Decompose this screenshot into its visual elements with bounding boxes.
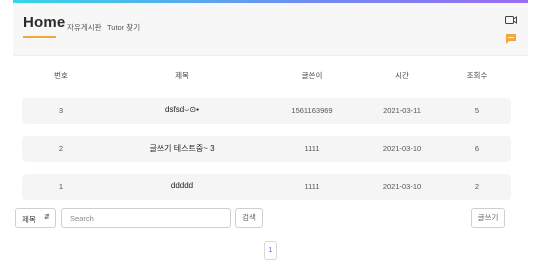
row-author: 1111 [304, 182, 320, 191]
column-header-number: 번호 [54, 71, 68, 80]
row-views: 2 [474, 182, 480, 191]
table-row[interactable]: 3 dsfsd⌣⊙▪ 1561163969 2021-03-11 5 [22, 98, 511, 124]
search-input[interactable] [61, 208, 231, 228]
table-row[interactable]: 1 ddddd 1111 2021-03-10 2 [22, 174, 511, 200]
column-header-time: 시간 [395, 71, 409, 80]
write-post-button[interactable]: 글쓰기 [471, 208, 505, 228]
search-button[interactable]: 검색 [235, 208, 263, 228]
pagination-page-1[interactable]: 1 [264, 241, 277, 260]
search-field-select[interactable]: 제목 ⇵ [15, 208, 56, 228]
row-views: 5 [474, 106, 480, 115]
updown-arrow-icon: ⇵ [44, 214, 50, 221]
header: Home 자유게시판 Tutor 찾기 [13, 3, 528, 56]
table-header: 번호 제목 글쓴이 시간 조회수 [22, 70, 511, 82]
row-number: 1 [58, 182, 64, 191]
home-logo[interactable]: Home [23, 14, 65, 31]
row-number: 2 [58, 144, 64, 153]
column-header-author: 글쓴이 [301, 71, 323, 80]
column-header-views: 조회수 [466, 71, 488, 80]
video-icon[interactable] [505, 15, 517, 25]
row-title-link[interactable]: dsfsd⌣⊙▪ [122, 105, 242, 115]
row-author: 1561163969 [291, 106, 333, 115]
row-number: 3 [58, 106, 64, 115]
table-row[interactable]: 2 글쓰기 테스트중~ 3 1111 2021-03-10 6 [22, 136, 511, 162]
active-underline [23, 36, 56, 38]
chat-icon[interactable] [505, 33, 517, 45]
nav-free-board[interactable]: 자유게시판 [67, 22, 102, 33]
column-header-title: 제목 [175, 71, 189, 80]
row-time: 2021-03-11 [383, 106, 421, 115]
row-views: 6 [474, 144, 480, 153]
search-field-select-value: 제목 [22, 215, 36, 224]
row-time: 2021-03-10 [382, 182, 422, 191]
row-time: 2021-03-10 [382, 144, 422, 153]
row-title-link[interactable]: 글쓰기 테스트중~ 3 [122, 143, 242, 154]
row-author: 1111 [304, 144, 320, 153]
row-title-link[interactable]: ddddd [122, 181, 242, 190]
nav-tutor-search[interactable]: Tutor 찾기 [107, 22, 140, 33]
